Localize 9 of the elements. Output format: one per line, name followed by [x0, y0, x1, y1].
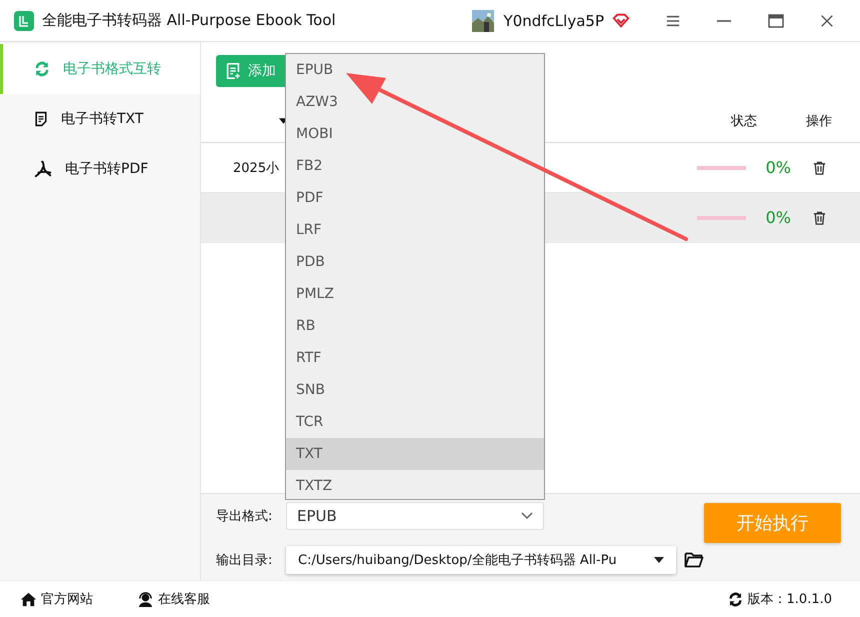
version-text: 版本：1.0.1.0: [748, 591, 832, 608]
column-header: 操作: [806, 113, 832, 130]
file-name: 2025小: [232, 160, 280, 176]
window-title: 全能电子书转码器 All-Purpose Ebook Tool: [42, 11, 336, 30]
progress-percent: 0%: [766, 158, 791, 177]
progress-percent: 0%: [766, 208, 791, 227]
column-header: 状态: [731, 113, 757, 130]
format-label: 导出格式:: [216, 508, 274, 525]
directory-label: 输出目录:: [216, 552, 274, 569]
